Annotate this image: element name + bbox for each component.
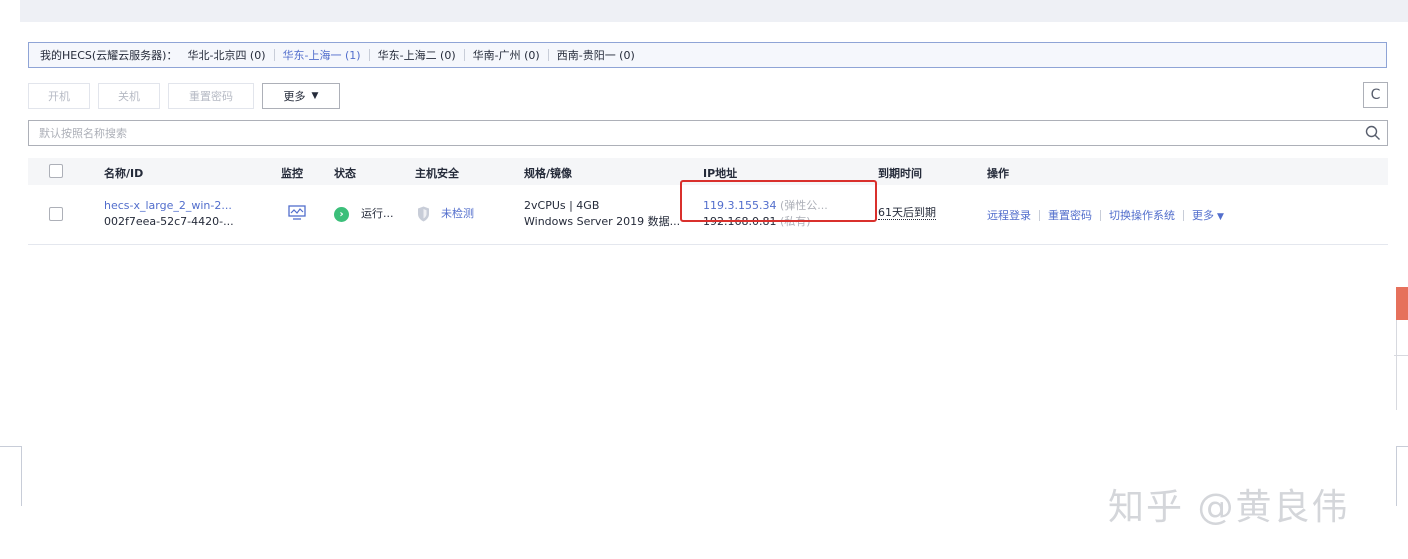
expiry-cell: 61天后到期 — [878, 205, 936, 221]
ip-highlight-box — [680, 180, 877, 222]
column-header-name: 名称/ID — [104, 167, 144, 180]
security-status-link[interactable]: 未检测 — [441, 206, 474, 222]
stop-button[interactable]: 关机 — [98, 82, 160, 109]
more-ops-link[interactable]: 更多 ▼ — [1184, 207, 1232, 223]
side-panel-divider — [1394, 355, 1408, 356]
column-header-monitor: 监控 — [281, 167, 303, 180]
running-status-icon: › — [334, 207, 349, 222]
region-tab-beijing4[interactable]: 华北-北京四 (0) — [187, 47, 273, 63]
shield-icon — [418, 206, 429, 222]
bottom-frame-line — [0, 446, 22, 447]
toolbar: 开机 关机 重置密码 更多 ▼ — [28, 82, 348, 109]
search-box[interactable]: 默认按照名称搜索 — [28, 120, 1388, 146]
reset-password-button[interactable]: 重置密码 — [168, 82, 254, 109]
column-header-ip: IP地址 — [703, 167, 738, 180]
side-panel-tab[interactable] — [1396, 287, 1408, 320]
region-tab-guangzhou[interactable]: 华南-广州 (0) — [465, 47, 548, 63]
column-header-expiry: 到期时间 — [878, 167, 922, 180]
bottom-frame-line — [1396, 446, 1397, 506]
expiry-text: 61天后到期 — [878, 206, 936, 220]
select-all-checkbox[interactable] — [49, 164, 63, 178]
watermark: 知乎 @黄良伟 — [1108, 487, 1350, 528]
switch-os-link[interactable]: 切换操作系统 — [1101, 207, 1183, 223]
server-id: 002f7eea-52c7-4420-... — [104, 215, 234, 228]
top-band — [20, 0, 1408, 22]
caret-down-icon: ▼ — [1217, 212, 1224, 222]
search-placeholder: 默认按照名称搜索 — [39, 127, 127, 140]
reset-password-link[interactable]: 重置密码 — [1040, 207, 1100, 223]
more-label: 更多 — [283, 89, 306, 103]
bottom-frame-line — [21, 446, 22, 506]
more-dropdown-button[interactable]: 更多 ▼ — [262, 82, 340, 109]
refresh-button[interactable]: C — [1363, 82, 1388, 108]
side-panel — [1396, 320, 1408, 410]
region-tab-shanghai2[interactable]: 华东-上海二 (0) — [370, 47, 464, 63]
server-name-link[interactable]: hecs-x_large_2_win-2... — [104, 198, 234, 214]
column-header-ops: 操作 — [987, 167, 1009, 180]
operations-cell: 远程登录 重置密码 切换操作系统 更多 ▼ — [987, 207, 1232, 223]
region-tab-shanghai1[interactable]: 华东-上海一 (1) — [275, 47, 369, 63]
monitor-icon[interactable] — [288, 205, 306, 221]
region-bar: 我的HECS(云耀云服务器)： 华北-北京四 (0) 华东-上海一 (1) 华东… — [28, 42, 1387, 68]
caret-down-icon: ▼ — [311, 90, 319, 101]
row-checkbox[interactable] — [49, 207, 63, 221]
more-ops-label: 更多 — [1192, 209, 1214, 222]
spec-text: 2vCPUs | 4GB — [524, 199, 600, 212]
column-header-status: 状态 — [334, 167, 356, 180]
column-header-security: 主机安全 — [415, 167, 459, 180]
bottom-frame-line — [1396, 446, 1408, 447]
refresh-icon: C — [1370, 87, 1381, 103]
remote-login-link[interactable]: 远程登录 — [987, 207, 1039, 223]
region-bar-lead: 我的HECS(云耀云服务器)： — [40, 49, 178, 62]
column-header-spec: 规格/镜像 — [524, 167, 573, 180]
status-text: 运行... — [361, 207, 394, 220]
start-button[interactable]: 开机 — [28, 82, 90, 109]
region-tab-guiyang1[interactable]: 西南-贵阳一 (0) — [549, 47, 643, 63]
spec-cell: 2vCPUs | 4GB Windows Server 2019 数据... — [524, 198, 680, 230]
server-name-cell: hecs-x_large_2_win-2... 002f7eea-52c7-44… — [104, 198, 234, 230]
search-icon[interactable] — [1365, 125, 1381, 141]
image-text: Windows Server 2019 数据... — [524, 215, 681, 228]
